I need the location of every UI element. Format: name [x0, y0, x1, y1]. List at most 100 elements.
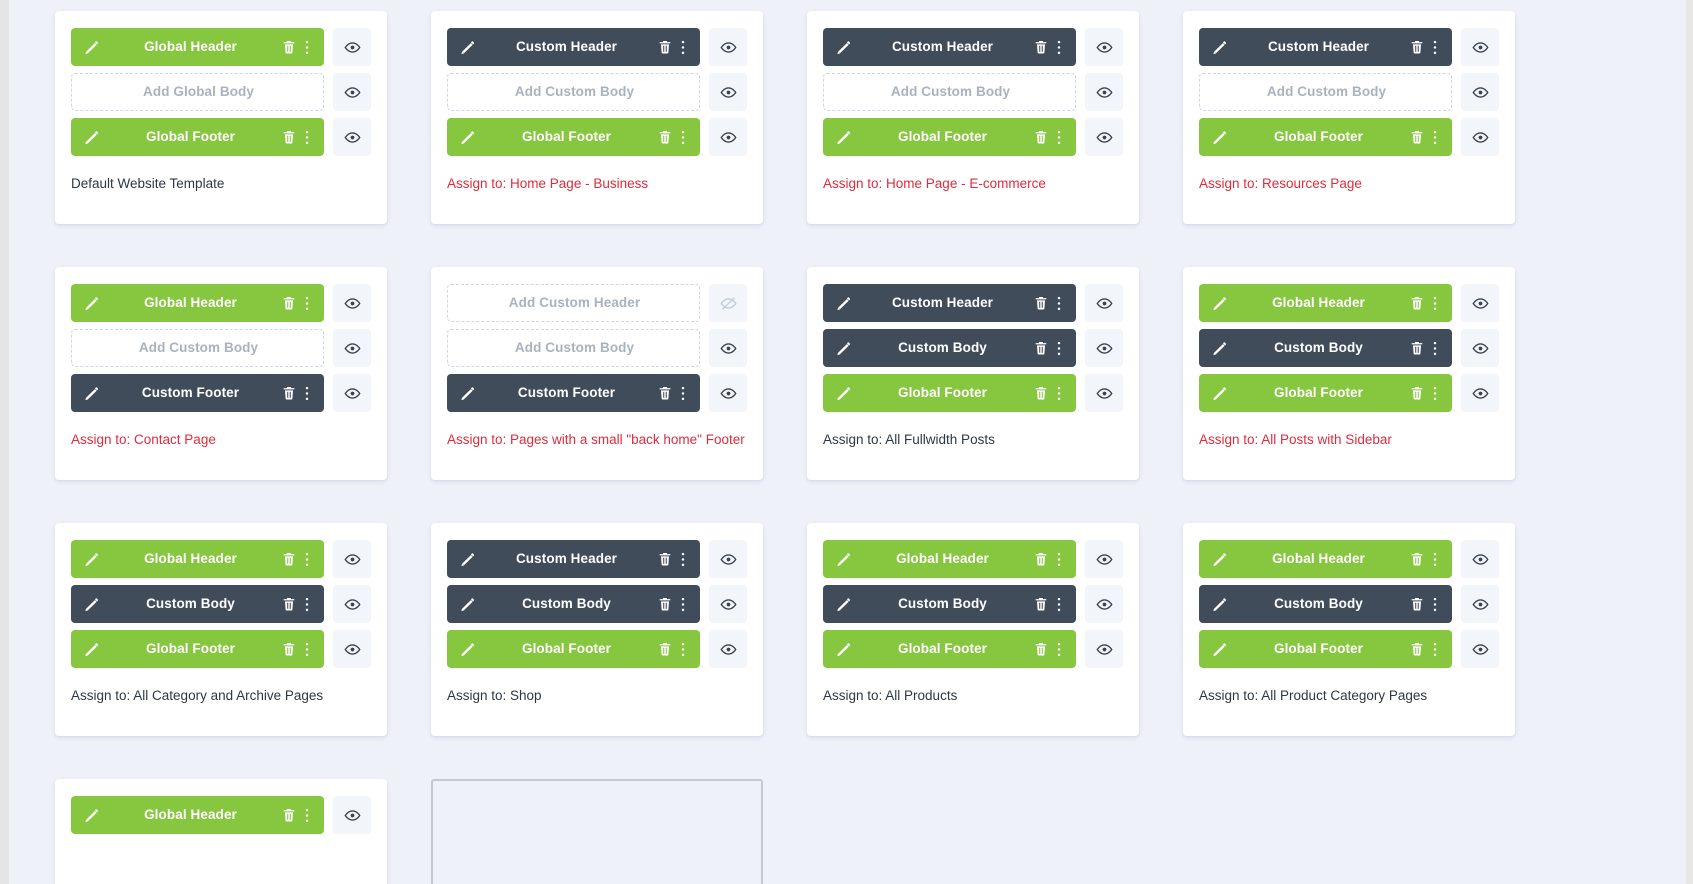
trash-icon[interactable]: [281, 551, 297, 567]
template-area-bar[interactable]: Global Header: [1199, 284, 1452, 322]
visibility-toggle-on[interactable]: [1461, 329, 1499, 367]
trash-icon[interactable]: [1033, 641, 1049, 657]
template-area-bar[interactable]: Global Footer: [1199, 374, 1452, 412]
kebab-menu-icon[interactable]: [1052, 641, 1066, 658]
visibility-toggle-on[interactable]: [709, 630, 747, 668]
trash-icon[interactable]: [657, 39, 673, 55]
trash-icon[interactable]: [1033, 385, 1049, 401]
trash-icon[interactable]: [281, 129, 297, 145]
pencil-icon[interactable]: [459, 129, 476, 146]
visibility-toggle-on[interactable]: [1085, 374, 1123, 412]
trash-icon[interactable]: [1033, 295, 1049, 311]
template-area-bar[interactable]: Global Footer: [71, 118, 324, 156]
template-area-bar[interactable]: Global Footer: [71, 630, 324, 668]
kebab-menu-icon[interactable]: [1428, 385, 1442, 402]
kebab-menu-icon[interactable]: [676, 39, 690, 56]
kebab-menu-icon[interactable]: [300, 596, 314, 613]
kebab-menu-icon[interactable]: [300, 39, 314, 56]
pencil-icon[interactable]: [835, 295, 852, 312]
template-area-bar[interactable]: Global Footer: [823, 118, 1076, 156]
kebab-menu-icon[interactable]: [676, 641, 690, 658]
pencil-icon[interactable]: [459, 385, 476, 402]
pencil-icon[interactable]: [83, 385, 100, 402]
visibility-toggle-on[interactable]: [1461, 284, 1499, 322]
pencil-icon[interactable]: [83, 551, 100, 568]
trash-icon[interactable]: [657, 129, 673, 145]
trash-icon[interactable]: [657, 385, 673, 401]
trash-icon[interactable]: [657, 596, 673, 612]
kebab-menu-icon[interactable]: [1428, 295, 1442, 312]
trash-icon[interactable]: [1033, 596, 1049, 612]
trash-icon[interactable]: [1409, 551, 1425, 567]
visibility-toggle-on[interactable]: [333, 329, 371, 367]
template-area-bar[interactable]: Custom Body: [447, 585, 700, 623]
kebab-menu-icon[interactable]: [1428, 129, 1442, 146]
template-area-bar[interactable]: Global Header: [823, 540, 1076, 578]
add-area-button[interactable]: Add Custom Body: [447, 73, 700, 111]
visibility-toggle-on[interactable]: [333, 284, 371, 322]
pencil-icon[interactable]: [1211, 385, 1228, 402]
visibility-toggle-on[interactable]: [1461, 73, 1499, 111]
template-area-bar[interactable]: Custom Header: [447, 540, 700, 578]
trash-icon[interactable]: [1409, 385, 1425, 401]
visibility-toggle-on[interactable]: [333, 585, 371, 623]
pencil-icon[interactable]: [459, 39, 476, 56]
pencil-icon[interactable]: [1211, 39, 1228, 56]
add-area-button[interactable]: Add Custom Header: [447, 284, 700, 322]
kebab-menu-icon[interactable]: [1052, 39, 1066, 56]
pencil-icon[interactable]: [835, 641, 852, 658]
template-area-bar[interactable]: Global Footer: [447, 118, 700, 156]
pencil-icon[interactable]: [83, 807, 100, 824]
pencil-icon[interactable]: [835, 596, 852, 613]
template-area-bar[interactable]: Global Footer: [1199, 630, 1452, 668]
kebab-menu-icon[interactable]: [1428, 39, 1442, 56]
visibility-toggle-on[interactable]: [1085, 630, 1123, 668]
template-area-bar[interactable]: Global Footer: [1199, 118, 1452, 156]
visibility-toggle-on[interactable]: [333, 28, 371, 66]
visibility-toggle-on[interactable]: [1461, 540, 1499, 578]
kebab-menu-icon[interactable]: [1052, 596, 1066, 613]
template-area-bar[interactable]: Custom Header: [1199, 28, 1452, 66]
pencil-icon[interactable]: [83, 295, 100, 312]
kebab-menu-icon[interactable]: [300, 385, 314, 402]
template-area-bar[interactable]: Custom Body: [1199, 329, 1452, 367]
add-area-button[interactable]: Add Custom Body: [1199, 73, 1452, 111]
visibility-toggle-on[interactable]: [709, 374, 747, 412]
trash-icon[interactable]: [281, 39, 297, 55]
template-area-bar[interactable]: Custom Footer: [447, 374, 700, 412]
pencil-icon[interactable]: [83, 596, 100, 613]
trash-icon[interactable]: [1409, 641, 1425, 657]
template-area-bar[interactable]: Custom Body: [1199, 585, 1452, 623]
add-area-button[interactable]: Add Custom Body: [447, 329, 700, 367]
trash-icon[interactable]: [1033, 340, 1049, 356]
pencil-icon[interactable]: [83, 39, 100, 56]
template-area-bar[interactable]: Custom Header: [447, 28, 700, 66]
trash-icon[interactable]: [657, 551, 673, 567]
kebab-menu-icon[interactable]: [676, 385, 690, 402]
kebab-menu-icon[interactable]: [300, 129, 314, 146]
trash-icon[interactable]: [1409, 39, 1425, 55]
visibility-toggle-on[interactable]: [1085, 585, 1123, 623]
trash-icon[interactable]: [281, 295, 297, 311]
trash-icon[interactable]: [1033, 39, 1049, 55]
visibility-toggle-on[interactable]: [1461, 585, 1499, 623]
template-area-bar[interactable]: Custom Body: [823, 329, 1076, 367]
trash-icon[interactable]: [281, 807, 297, 823]
visibility-toggle-on[interactable]: [1085, 118, 1123, 156]
template-area-bar[interactable]: Custom Body: [71, 585, 324, 623]
template-area-bar[interactable]: Global Header: [71, 796, 324, 834]
trash-icon[interactable]: [281, 641, 297, 657]
kebab-menu-icon[interactable]: [1052, 340, 1066, 357]
kebab-menu-icon[interactable]: [676, 596, 690, 613]
visibility-toggle-on[interactable]: [333, 374, 371, 412]
pencil-icon[interactable]: [459, 551, 476, 568]
kebab-menu-icon[interactable]: [300, 807, 314, 824]
trash-icon[interactable]: [657, 641, 673, 657]
template-area-bar[interactable]: Custom Header: [823, 28, 1076, 66]
pencil-icon[interactable]: [459, 596, 476, 613]
kebab-menu-icon[interactable]: [1428, 641, 1442, 658]
visibility-toggle-on[interactable]: [709, 118, 747, 156]
trash-icon[interactable]: [1033, 129, 1049, 145]
trash-icon[interactable]: [281, 596, 297, 612]
visibility-toggle-on[interactable]: [1461, 630, 1499, 668]
